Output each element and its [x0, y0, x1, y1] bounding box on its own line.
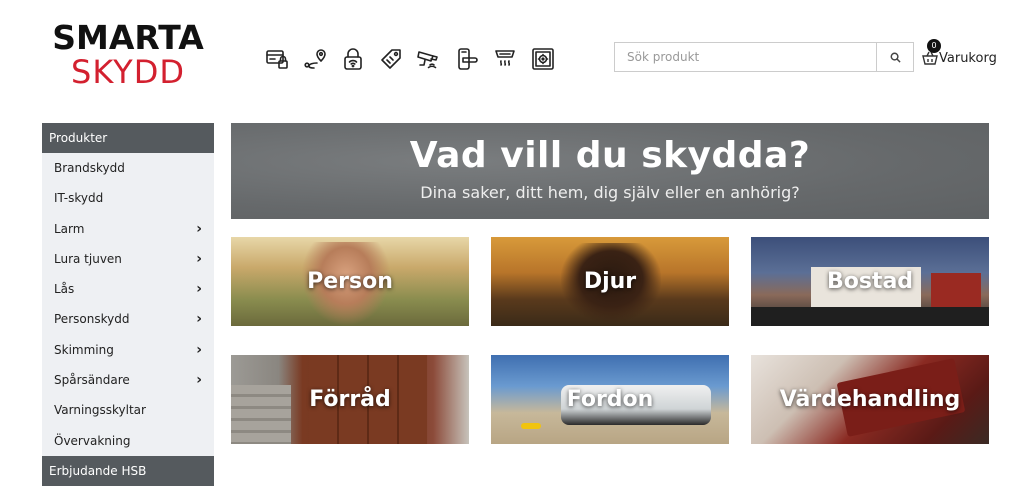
tile-image — [521, 423, 541, 429]
sidebar-item-las[interactable]: Lås › — [42, 274, 214, 304]
cart-label: Varukorg — [939, 50, 997, 66]
search-button[interactable] — [876, 43, 913, 71]
door-handle-icon[interactable] — [454, 46, 480, 72]
sidebar-item-skimming[interactable]: Skimming › — [42, 335, 214, 365]
tile-label: Förråd — [309, 387, 391, 412]
sidebar-item-varningsskyltar[interactable]: Varningsskyltar — [42, 395, 214, 425]
site-logo[interactable]: SMARTA SKYDD — [42, 20, 214, 94]
cart-count-badge: 0 — [927, 39, 941, 53]
tag-lock-icon[interactable] — [378, 46, 404, 72]
sidebar-item-brandskydd[interactable]: Brandskydd — [42, 153, 214, 183]
location-route-icon[interactable] — [302, 46, 328, 72]
category-tile-fordon[interactable]: Fordon — [491, 355, 729, 444]
sidebar-item-overvakning[interactable]: Övervakning — [42, 426, 214, 456]
tile-label: Fordon — [566, 387, 654, 412]
product-search — [614, 42, 914, 72]
chevron-right-icon: › — [196, 281, 202, 298]
sidebar-item-personskydd[interactable]: Personskydd › — [42, 304, 214, 334]
tile-image — [751, 307, 989, 326]
sidebar-item-sparsandare[interactable]: Spårsändare › — [42, 365, 214, 395]
tile-image — [231, 385, 291, 444]
tile-image — [931, 273, 981, 307]
sidebar-item-label: Brandskydd — [54, 161, 125, 175]
chevron-right-icon: › — [196, 250, 202, 267]
sidebar-item-label: Spårsändare — [54, 373, 130, 388]
category-tile-forrad[interactable]: Förråd — [231, 355, 469, 444]
tile-label: Värdehandling — [779, 387, 961, 412]
chevron-right-icon: › — [196, 311, 202, 328]
smoke-detector-icon[interactable] — [492, 46, 518, 72]
sidebar-item-label: Övervakning — [54, 433, 131, 448]
sidebar-item-label: Personskydd — [54, 312, 130, 327]
search-input[interactable] — [615, 43, 876, 71]
banner-title: Vad vill du skydda? — [409, 135, 811, 176]
logo-line-1: SMARTA — [52, 18, 204, 57]
category-tile-vardehandling[interactable]: Värdehandling — [751, 355, 989, 444]
hero-banner: Vad vill du skydda? Dina saker, ditt hem… — [231, 123, 989, 219]
tile-label: Djur — [583, 269, 637, 294]
sidebar-item-label: IT-skydd — [54, 191, 104, 206]
sidebar-header: Produkter — [42, 123, 214, 153]
category-tile-djur[interactable]: Djur — [491, 237, 729, 326]
sidebar-item-lura-tjuven[interactable]: Lura tjuven › — [42, 244, 214, 274]
category-tile-bostad[interactable]: Bostad — [751, 237, 989, 326]
card-lock-icon[interactable] — [264, 46, 290, 72]
sidebar-item-label: Skimming — [54, 342, 114, 357]
sidebar-item-it-skydd[interactable]: IT-skydd — [42, 183, 214, 213]
banner-subtitle: Dina saker, ditt hem, dig själv eller en… — [420, 183, 800, 202]
chevron-right-icon: › — [196, 220, 202, 237]
chevron-right-icon: › — [196, 341, 202, 358]
search-icon — [890, 52, 901, 63]
chevron-right-icon: › — [196, 372, 202, 389]
security-camera-icon[interactable] — [416, 46, 442, 72]
sidebar-item-label: Larm — [54, 221, 85, 236]
sidebar-item-label: Lås — [54, 282, 75, 297]
basket-icon: 0 — [922, 39, 941, 67]
tile-label: Person — [307, 269, 393, 294]
safe-icon[interactable] — [530, 46, 556, 72]
logo-line-2: SKYDD — [71, 53, 185, 91]
padlock-wifi-icon[interactable] — [340, 46, 366, 72]
sidebar-item-erbjudande-hsb[interactable]: Erbjudande HSB — [42, 455, 214, 486]
category-icon-bar — [264, 44, 556, 74]
sidebar-item-label: Lura tjuven — [54, 251, 122, 266]
cart-button[interactable]: 0 Varukorg — [922, 39, 997, 72]
sidebar-item-label: Varningsskyltar — [54, 403, 146, 418]
category-tile-person[interactable]: Person — [231, 237, 469, 326]
sidebar-item-larm[interactable]: Larm › — [42, 214, 214, 244]
product-sidebar: Produkter Brandskydd IT-skydd Larm › Lura… — [42, 123, 214, 486]
tile-label: Bostad — [826, 269, 914, 294]
